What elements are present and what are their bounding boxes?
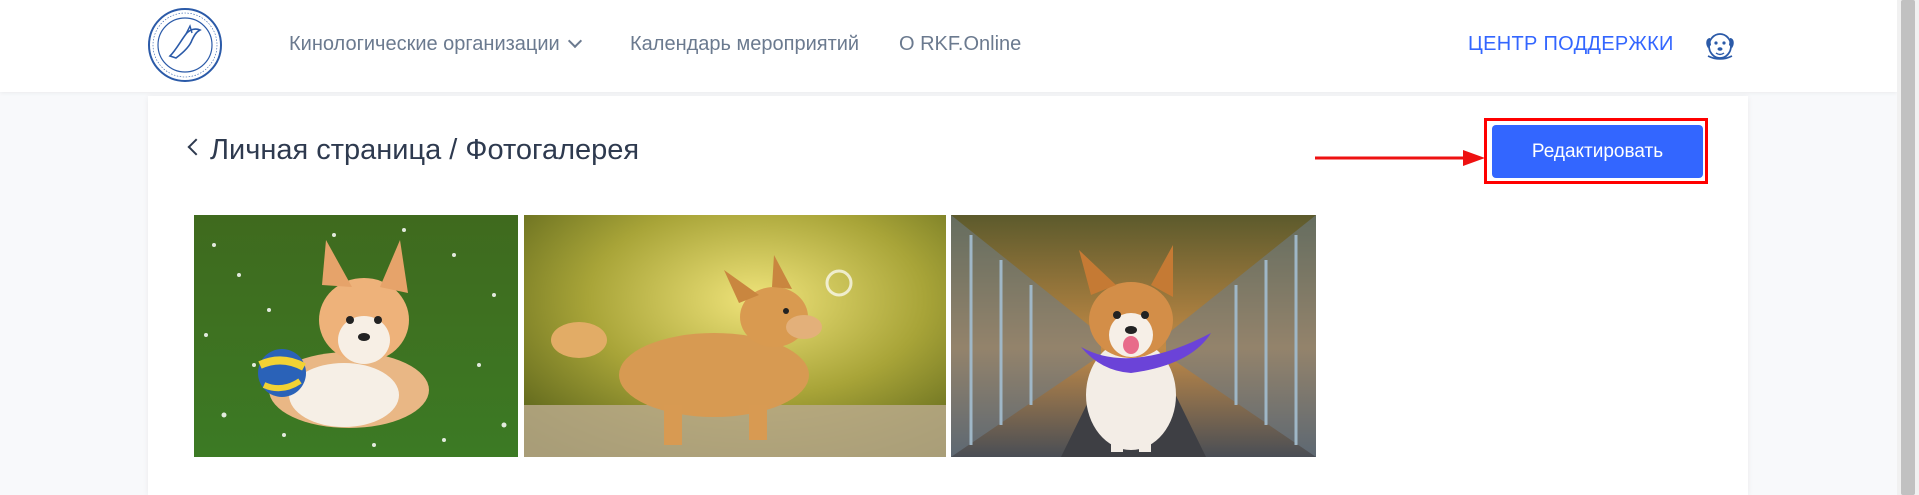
gallery-photo-3[interactable]: [951, 215, 1316, 457]
edit-button[interactable]: Редактировать: [1492, 125, 1703, 178]
nav-about[interactable]: О RKF.Online: [899, 33, 1021, 56]
top-header: Кинологические организации Календарь мер…: [0, 0, 1897, 92]
nav-events-calendar[interactable]: Календарь мероприятий: [630, 33, 859, 56]
dog-avatar-icon[interactable]: [1702, 28, 1738, 64]
red-arrow-annotation: [1315, 150, 1485, 166]
support-center-link[interactable]: ЦЕНТР ПОДДЕРЖКИ: [1468, 33, 1674, 56]
nav-orgs-label: Кинологические организации: [289, 33, 560, 55]
page: Кинологические организации Календарь мер…: [0, 0, 1919, 495]
gallery-photo-1[interactable]: [194, 215, 518, 457]
scrollbar-thumb[interactable]: [1901, 0, 1915, 495]
chevron-down-icon: [567, 33, 582, 49]
gallery-photo-2[interactable]: [524, 215, 946, 457]
page-breadcrumb: Личная страница / Фотогалерея: [210, 134, 640, 166]
nav-kennel-organizations[interactable]: Кинологические организации: [289, 33, 582, 56]
rkf-logo-icon[interactable]: [146, 6, 224, 84]
vertical-scrollbar[interactable]: [1897, 0, 1919, 495]
